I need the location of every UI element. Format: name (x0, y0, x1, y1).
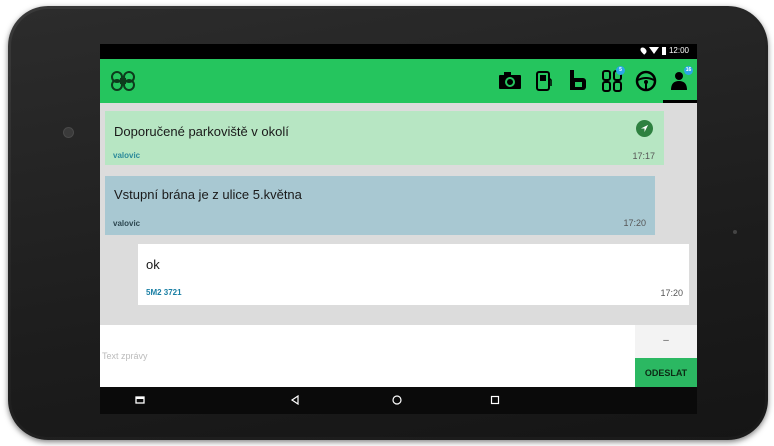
message-item[interactable]: Vstupní brána je z ulice 5.května valovi… (105, 176, 655, 235)
message-author: 5M2 3721 (146, 288, 182, 297)
front-camera (63, 127, 74, 138)
status-time: 12:00 (668, 46, 689, 55)
home-button[interactable] (390, 393, 404, 407)
back-icon (290, 395, 299, 405)
camera-button[interactable] (493, 59, 527, 103)
message-item[interactable]: ok 5M2 3721 17:20 (138, 244, 689, 305)
recents-icon (490, 395, 500, 405)
message-input[interactable] (100, 325, 635, 387)
message-time: 17:20 (660, 288, 683, 298)
system-nav-bar (100, 387, 697, 414)
tow-icon (570, 70, 586, 90)
message-item[interactable]: Doporučené parkoviště v okolí valovic 17… (105, 111, 664, 165)
message-author: valovic (113, 151, 141, 160)
composer: – ODESLAT (100, 325, 697, 387)
message-time: 17:20 (623, 218, 646, 228)
message-author: valovic (113, 219, 141, 228)
menu-icon (135, 396, 145, 404)
camera-icon (499, 72, 521, 89)
light-sensor (733, 230, 737, 234)
menu-button[interactable] (133, 393, 147, 407)
screen: 12:00 5 16 Doporučené parkoviště v okolí… (100, 44, 697, 414)
fuel-pump-icon (536, 71, 552, 91)
status-bar: 12:00 (100, 44, 697, 59)
battery-icon (661, 46, 666, 55)
apps-badge: 5 (616, 66, 625, 75)
tow-button[interactable] (561, 59, 595, 103)
character-counter: – (663, 335, 669, 346)
apps-button[interactable]: 5 (595, 59, 629, 103)
toolbar: 5 16 (493, 59, 697, 103)
send-area: – ODESLAT (635, 325, 697, 387)
message-time: 17:17 (632, 151, 655, 161)
chat-button[interactable]: 16 (663, 59, 697, 103)
steering-wheel-icon (635, 70, 657, 92)
wifi-icon (648, 47, 659, 54)
navigate-button[interactable] (636, 120, 653, 137)
location-icon (639, 46, 648, 55)
chat-badge: 16 (684, 66, 693, 75)
app-bar: 5 16 (100, 59, 697, 103)
message-text: ok (146, 257, 160, 272)
back-button[interactable] (288, 393, 302, 407)
drone-logo-icon[interactable] (109, 70, 137, 92)
message-text: Doporučené parkoviště v okolí (114, 124, 289, 139)
recents-button[interactable] (488, 393, 502, 407)
steering-button[interactable] (629, 59, 663, 103)
send-button[interactable]: ODESLAT (635, 358, 697, 387)
fuel-button[interactable] (527, 59, 561, 103)
home-icon (392, 395, 402, 405)
navigation-arrow-icon (640, 124, 649, 133)
message-list[interactable]: Doporučené parkoviště v okolí valovic 17… (100, 103, 697, 325)
message-text: Vstupní brána je z ulice 5.května (114, 187, 302, 202)
